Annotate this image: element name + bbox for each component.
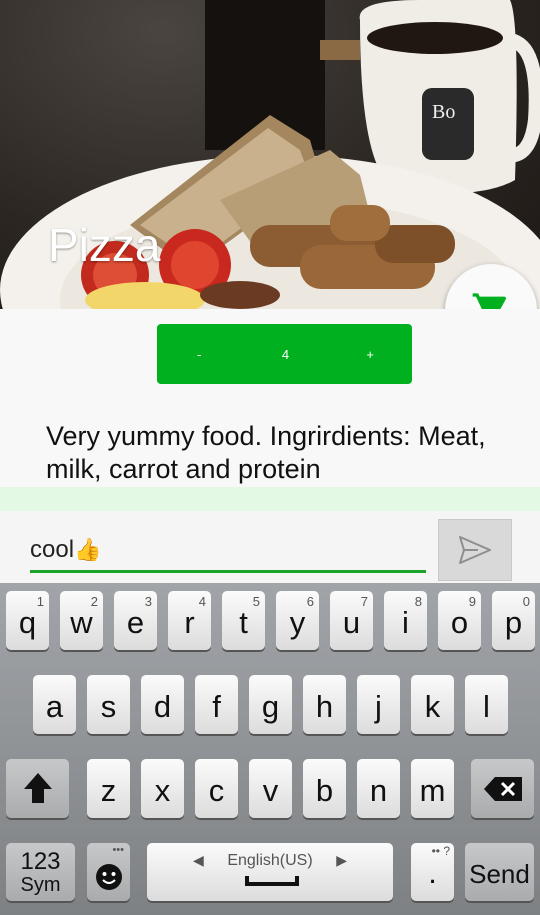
- food-hero-image: Bo Pizza: [0, 0, 540, 309]
- key-a[interactable]: a: [33, 675, 76, 734]
- space-key[interactable]: ◀ English(US) ▶: [147, 843, 393, 901]
- symbols-key[interactable]: 123 Sym: [6, 843, 75, 901]
- food-title: Pizza: [48, 219, 161, 271]
- shift-key[interactable]: [6, 759, 69, 818]
- key-n[interactable]: n: [357, 759, 400, 818]
- emoji-key[interactable]: •••: [87, 843, 130, 901]
- key-w[interactable]: 2w: [60, 591, 103, 650]
- key-x[interactable]: x: [141, 759, 184, 818]
- key-y[interactable]: 6y: [276, 591, 319, 650]
- comment-input[interactable]: cool 👍: [30, 530, 426, 573]
- space-bar-icon: [245, 876, 299, 886]
- send-icon: [459, 536, 491, 564]
- language-right-arrow-icon: ▶: [336, 852, 347, 868]
- smiley-icon: [96, 864, 122, 890]
- mug-logo: Bo: [432, 101, 455, 123]
- send-key[interactable]: Send: [465, 843, 534, 901]
- key-r[interactable]: 4r: [168, 591, 211, 650]
- increment-button[interactable]: +: [315, 347, 412, 362]
- key-s[interactable]: s: [87, 675, 130, 734]
- period-key[interactable]: •• ? .: [411, 843, 454, 901]
- key-b[interactable]: b: [303, 759, 346, 818]
- key-k[interactable]: k: [411, 675, 454, 734]
- key-p[interactable]: 0p: [492, 591, 535, 650]
- key-e[interactable]: 3e: [114, 591, 157, 650]
- key-t[interactable]: 5t: [222, 591, 265, 650]
- key-i[interactable]: 8i: [384, 591, 427, 650]
- backspace-icon: [484, 777, 522, 801]
- quantity-value: 4: [281, 346, 290, 362]
- key-q[interactable]: 1q: [6, 591, 49, 650]
- send-comment-button[interactable]: [438, 519, 512, 581]
- key-h[interactable]: h: [303, 675, 346, 734]
- comments-divider: [0, 487, 540, 511]
- comment-text: cool: [30, 536, 75, 563]
- key-u[interactable]: 7u: [330, 591, 373, 650]
- shift-arrow-icon: [24, 773, 52, 803]
- key-f[interactable]: f: [195, 675, 238, 734]
- key-m[interactable]: m: [411, 759, 454, 818]
- key-g[interactable]: g: [249, 675, 292, 734]
- food-description: Very yummy food. Ingrirdients: Meat, mil…: [46, 421, 486, 484]
- backspace-key[interactable]: [471, 759, 534, 818]
- mic-icon: •••: [112, 844, 124, 856]
- key-o[interactable]: 9o: [438, 591, 481, 650]
- key-c[interactable]: c: [195, 759, 238, 818]
- key-j[interactable]: j: [357, 675, 400, 734]
- key-z[interactable]: z: [87, 759, 130, 818]
- key-v[interactable]: v: [249, 759, 292, 818]
- thumbs-up-emoji: 👍: [74, 537, 102, 562]
- key-d[interactable]: d: [141, 675, 184, 734]
- key-l[interactable]: l: [465, 675, 508, 734]
- quantity-stepper: - 4 +: [157, 324, 412, 384]
- decrement-button[interactable]: -: [157, 347, 256, 362]
